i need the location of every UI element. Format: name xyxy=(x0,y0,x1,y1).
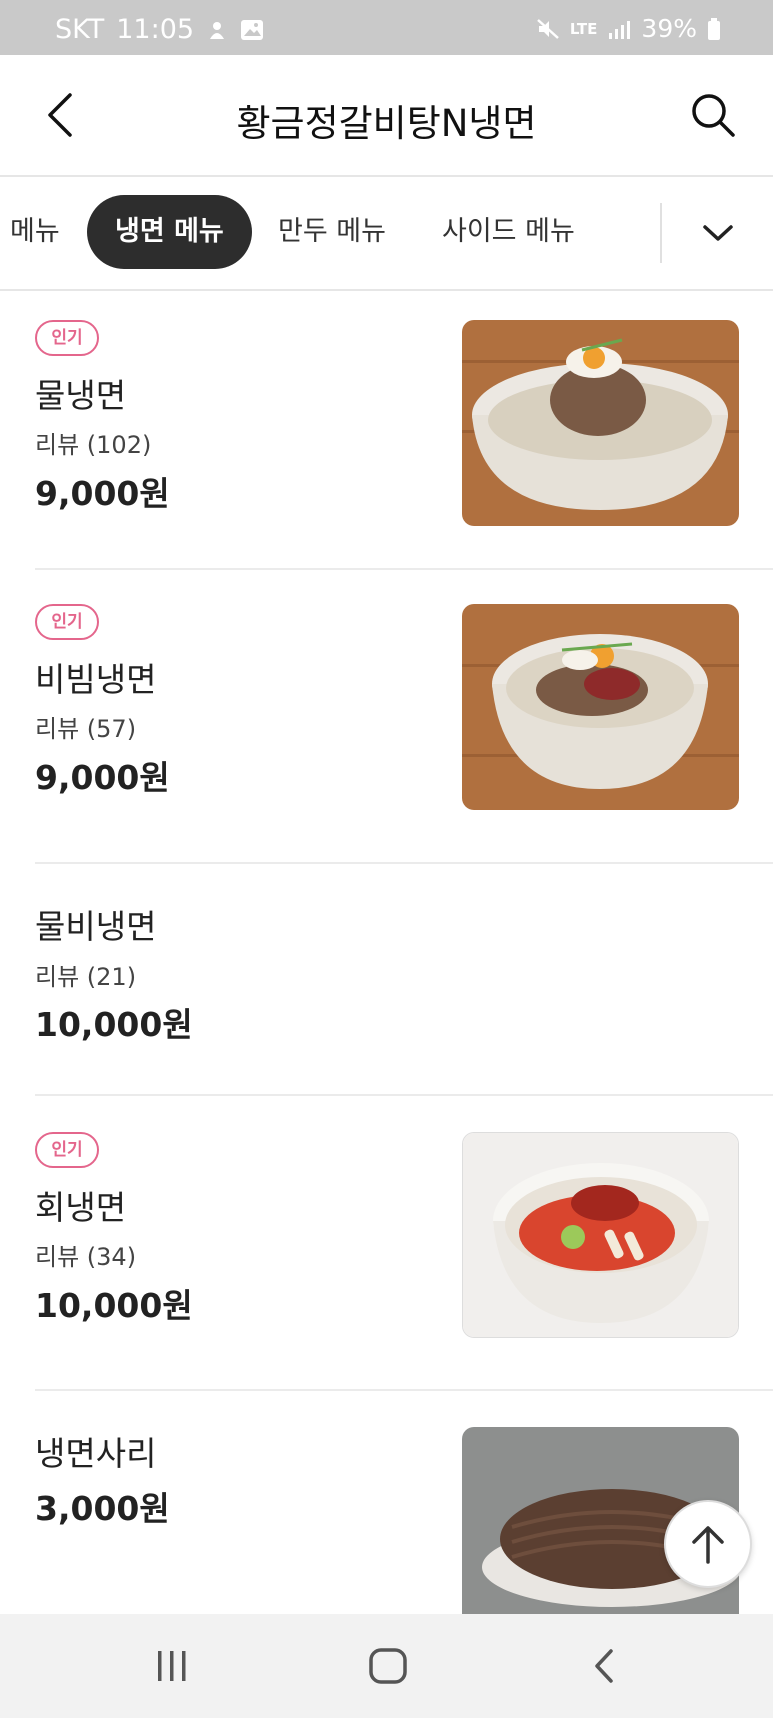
search-icon xyxy=(692,94,735,137)
item-name: 냉면사리 xyxy=(35,1434,157,1473)
recent-apps-button[interactable] xyxy=(142,1644,202,1688)
status-left: SKT 11:05 xyxy=(55,14,264,45)
item-review-count: 리뷰 (102) xyxy=(35,431,152,459)
item-name: 비빔냉면 xyxy=(35,660,157,699)
item-review-count: 리뷰 (34) xyxy=(35,1243,137,1271)
popular-badge: 인기 xyxy=(35,604,99,640)
tabs-divider xyxy=(660,203,662,263)
status-right: LTE 39% xyxy=(536,14,721,43)
network-label: LTE xyxy=(569,19,598,38)
arrow-up-icon xyxy=(692,1526,724,1564)
system-back-button[interactable] xyxy=(574,1644,634,1688)
tab-menu[interactable]: 메뉴 xyxy=(10,195,60,269)
battery-icon xyxy=(707,17,721,41)
system-nav-bar xyxy=(0,1614,773,1718)
category-tabs: 메뉴 냉면 메뉴 만두 메뉴 사이드 메뉴 xyxy=(0,177,773,291)
menu-item-mul-naengmyeon[interactable]: 인기 물냉면 리뷰 (102) 9,000원 xyxy=(0,291,773,570)
popular-badge: 인기 xyxy=(35,1132,99,1168)
menu-item-naengmyeon-sari[interactable]: 냉면사리 3,000원 xyxy=(0,1391,773,1614)
home-button[interactable] xyxy=(358,1644,418,1688)
item-name: 회냉면 xyxy=(35,1188,127,1227)
tabs-expand-button[interactable] xyxy=(690,203,746,263)
mute-icon xyxy=(536,18,560,40)
item-price: 10,000원 xyxy=(35,1005,193,1044)
mul-naengmyeon-image xyxy=(462,320,739,526)
item-price: 10,000원 xyxy=(35,1286,193,1325)
battery-label: 39% xyxy=(641,14,697,43)
time-label: 11:05 xyxy=(116,14,195,45)
item-name: 물냉면 xyxy=(35,376,127,415)
popular-badge: 인기 xyxy=(35,320,99,356)
home-icon xyxy=(369,1648,407,1684)
back-icon xyxy=(595,1649,613,1683)
notification-icon xyxy=(206,19,228,41)
menu-item-hoe-naengmyeon[interactable]: 인기 회냉면 리뷰 (34) 10,000원 xyxy=(0,1096,773,1391)
status-bar: SKT 11:05 LTE 39% xyxy=(0,0,773,55)
item-price: 9,000원 xyxy=(35,474,170,513)
tab-side-menu[interactable]: 사이드 메뉴 xyxy=(442,195,575,269)
item-price: 3,000원 xyxy=(35,1489,170,1528)
hoe-naengmyeon-image xyxy=(462,1132,739,1338)
menu-item-bibim-naengmyeon[interactable]: 인기 비빔냉면 리뷰 (57) 9,000원 xyxy=(0,570,773,864)
signal-icon xyxy=(607,18,631,40)
recent-apps-icon xyxy=(158,1651,186,1681)
menu-item-mulbi-naengmyeon[interactable]: 물비냉면 리뷰 (21) 10,000원 xyxy=(0,864,773,1096)
bibim-naengmyeon-image xyxy=(462,604,739,810)
tab-naengmyeon-menu[interactable]: 냉면 메뉴 xyxy=(87,195,252,269)
app-header: 황금정갈비탕N냉면 xyxy=(0,55,773,177)
item-price: 9,000원 xyxy=(35,758,170,797)
search-button[interactable] xyxy=(683,85,743,145)
page-title: 황금정갈비탕N냉면 xyxy=(236,102,537,145)
gallery-icon xyxy=(240,19,264,41)
item-review-count: 리뷰 (57) xyxy=(35,715,137,743)
carrier-label: SKT xyxy=(55,14,105,45)
item-review-count: 리뷰 (21) xyxy=(35,963,137,991)
chevron-down-icon xyxy=(703,225,733,241)
tab-mandu-menu[interactable]: 만두 메뉴 xyxy=(278,195,386,269)
item-name: 물비냉면 xyxy=(35,907,157,946)
scroll-top-button[interactable] xyxy=(664,1500,752,1588)
